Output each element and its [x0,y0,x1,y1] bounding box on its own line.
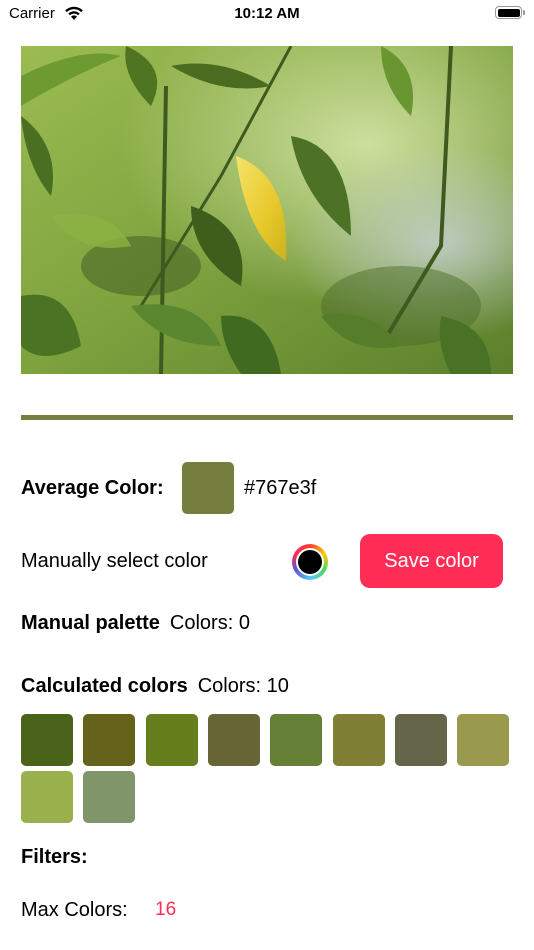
filters-title: Filters: [21,846,88,868]
color-swatch[interactable] [21,714,73,766]
manual-palette-count: Colors: 0 [169,612,250,634]
battery-icon [495,6,522,19]
color-swatch[interactable] [394,714,447,766]
battery-tip [523,10,525,15]
max-colors-label: Max Colors: [21,899,128,921]
manual-select-label: Manually select color [21,550,208,572]
average-color-bar [21,415,513,420]
manual-palette-title: Manual palette [21,612,160,634]
manual-palette-header: Manual palette Colors: 0 [21,612,250,635]
status-bar: Carrier 10:12 AM [0,0,534,30]
calculated-colors-title: Calculated colors [21,675,188,697]
color-swatch[interactable] [270,714,323,766]
clock: 10:12 AM [234,5,300,22]
max-colors-value[interactable]: 16 [155,899,176,921]
color-picker-well[interactable] [292,544,328,580]
photo [21,46,513,374]
color-swatch[interactable] [83,714,136,766]
color-well-ring [296,548,324,576]
calculated-colors-count: Colors: 10 [197,675,289,697]
color-swatch[interactable] [332,714,385,766]
color-swatch[interactable] [145,714,198,766]
average-color-hex: #767e3f [244,477,317,499]
average-color-label: Average Color: [21,477,164,499]
plant-photo [21,46,513,374]
save-color-button[interactable]: Save color [360,534,503,588]
average-color-swatch [182,462,234,514]
color-swatch[interactable] [207,714,260,766]
color-swatch[interactable] [457,714,510,766]
calculated-colors-header: Calculated colors Colors: 10 [21,675,289,698]
color-swatch[interactable] [21,771,73,823]
color-swatch[interactable] [83,771,136,823]
selected-color-dot [298,550,322,574]
